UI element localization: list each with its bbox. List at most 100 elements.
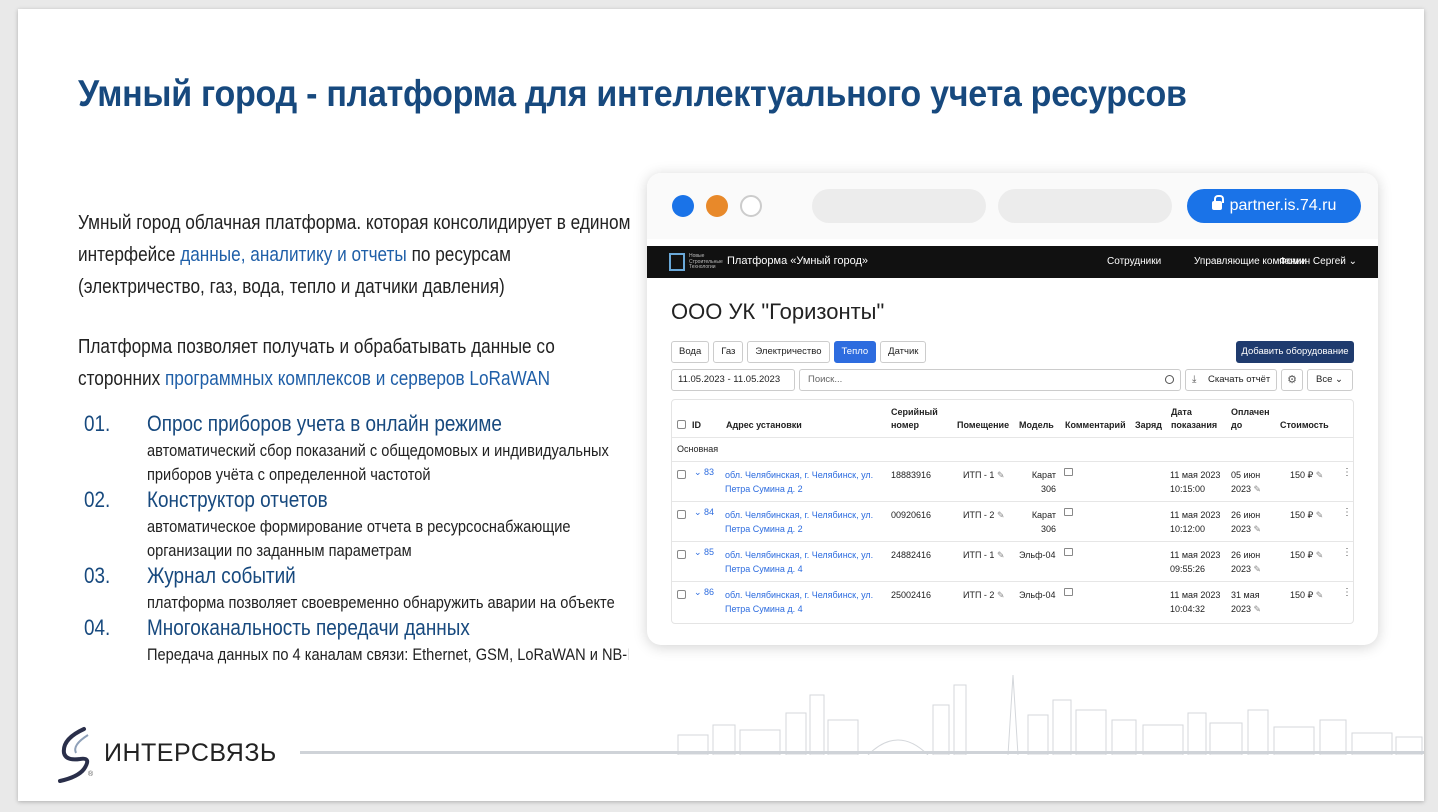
col-id[interactable]: ID (692, 419, 701, 432)
row-room[interactable]: ИТП - 1 ✎ (963, 548, 1005, 562)
table-row[interactable]: ⌄ 86 обл. Челябинская, г. Челябинск, ул.… (672, 581, 1353, 621)
row-checkbox[interactable] (677, 470, 686, 479)
row-cost[interactable]: 150 ₽ ✎ (1290, 548, 1323, 562)
row-cost[interactable]: 150 ₽ ✎ (1290, 468, 1323, 482)
address-line2[interactable]: Петра Сумина д. 2 (725, 524, 803, 534)
col-cost[interactable]: Стоимость (1280, 419, 1329, 432)
row-address[interactable]: обл. Челябинская, г. Челябинск, ул. Петра… (725, 508, 873, 536)
more-icon[interactable]: ⋮ (1342, 587, 1352, 598)
more-icon[interactable]: ⋮ (1342, 547, 1352, 558)
tab-water[interactable]: Вода (671, 341, 710, 363)
date-range-input[interactable]: 11.05.2023 - 11.05.2023 (671, 369, 795, 391)
window-dot-empty[interactable] (740, 195, 762, 217)
download-report-button[interactable]: Скачать отчёт (1185, 369, 1277, 391)
edit-icon[interactable]: ✎ (1254, 564, 1262, 574)
row-checkbox[interactable] (677, 590, 686, 599)
company-logo-icon[interactable] (669, 253, 685, 271)
select-all-checkbox[interactable] (677, 420, 686, 429)
row-address[interactable]: обл. Челябинская, г. Челябинск, ул. Петра… (725, 548, 873, 576)
edit-icon[interactable]: ✎ (997, 550, 1005, 560)
feature-title: Опрос приборов учета в онлайн режиме (147, 411, 502, 436)
comment-icon[interactable] (1064, 588, 1073, 596)
row-paid[interactable]: 05 июн 2023 ✎ (1231, 468, 1261, 496)
row-room[interactable]: ИТП - 2 ✎ (963, 588, 1005, 602)
paid-line2: 2023 (1231, 604, 1252, 614)
col-charge[interactable]: Заряд (1135, 419, 1162, 432)
address-line1[interactable]: обл. Челябинская, г. Челябинск, ул. (725, 590, 873, 600)
row-cost[interactable]: 150 ₽ ✎ (1290, 588, 1323, 602)
gear-icon[interactable]: ⚙ (1281, 369, 1303, 391)
edit-icon[interactable]: ✎ (1316, 510, 1324, 520)
comment-icon[interactable] (1064, 508, 1073, 516)
address-line1[interactable]: обл. Челябинская, г. Челябинск, ул. (725, 510, 873, 520)
row-paid[interactable]: 31 мая 2023 ✎ (1231, 588, 1261, 616)
user-menu[interactable]: Фомин Сергей ⌄ (1279, 256, 1357, 267)
col-comment[interactable]: Комментарий (1065, 419, 1126, 432)
col-reading-date[interactable]: Дата показания (1171, 406, 1221, 432)
tab-heat[interactable]: Тепло (833, 341, 877, 363)
edit-icon[interactable]: ✎ (997, 510, 1005, 520)
address-bar[interactable]: partner.is.74.ru (1187, 189, 1361, 223)
row-address[interactable]: обл. Челябинская, г. Челябинск, ул. Петра… (725, 588, 873, 616)
edit-icon[interactable]: ✎ (1254, 524, 1262, 534)
address-line2[interactable]: Петра Сумина д. 2 (725, 484, 803, 494)
expand-row[interactable]: ⌄ 83 (694, 467, 714, 478)
col-serial[interactable]: Серийный номер (891, 406, 939, 432)
more-icon[interactable]: ⋮ (1342, 507, 1352, 518)
edit-icon[interactable]: ✎ (1316, 470, 1324, 480)
row-paid[interactable]: 26 июн 2023 ✎ (1231, 508, 1261, 536)
address-line2[interactable]: Петра Сумина д. 4 (725, 564, 803, 574)
search-input[interactable]: Поиск... (799, 369, 1181, 391)
table-row[interactable]: ⌄ 85 обл. Челябинская, г. Челябинск, ул.… (672, 541, 1353, 581)
browser-tab-placeholder[interactable] (998, 189, 1172, 223)
page-title: Умный город - платформа для интеллектуал… (78, 73, 1187, 114)
browser-tab-placeholder[interactable] (812, 189, 986, 223)
filter-select[interactable]: Все ⌄ (1307, 369, 1353, 391)
edit-icon[interactable]: ✎ (1316, 590, 1324, 600)
col-paid-until[interactable]: Оплачен до (1231, 406, 1277, 432)
app-title[interactable]: Платформа «Умный город» (727, 255, 868, 267)
window-dot-orange[interactable] (706, 195, 728, 217)
address-line1[interactable]: обл. Челябинская, г. Челябинск, ул. (725, 470, 873, 480)
row-paid[interactable]: 26 июн 2023 ✎ (1231, 548, 1261, 576)
row-room[interactable]: ИТП - 2 ✎ (963, 508, 1005, 522)
expand-row[interactable]: ⌄ 84 (694, 507, 714, 518)
tab-electricity[interactable]: Электричество (747, 341, 830, 363)
col-room[interactable]: Помещение (957, 419, 1009, 432)
row-id[interactable]: 86 (704, 587, 714, 597)
row-model: Эльф-04 (1019, 550, 1056, 560)
row-id[interactable]: 84 (704, 507, 714, 517)
edit-icon[interactable]: ✎ (1316, 550, 1324, 560)
table-row[interactable]: ⌄ 84 обл. Челябинская, г. Челябинск, ул.… (672, 501, 1353, 541)
row-room[interactable]: ИТП - 1 ✎ (963, 468, 1005, 482)
chevron-down-icon: ⌄ (1348, 256, 1358, 267)
edit-icon[interactable]: ✎ (997, 470, 1005, 480)
nav-link-employees[interactable]: Сотрудники (1107, 256, 1161, 267)
tab-gas[interactable]: Газ (713, 341, 744, 363)
row-id[interactable]: 85 (704, 547, 714, 557)
expand-row[interactable]: ⌄ 85 (694, 547, 714, 558)
comment-icon[interactable] (1064, 548, 1073, 556)
row-checkbox[interactable] (677, 550, 686, 559)
address-line2[interactable]: Петра Сумина д. 4 (725, 604, 803, 614)
comment-icon[interactable] (1064, 468, 1073, 476)
add-equipment-button[interactable]: Добавить оборудование (1236, 341, 1354, 363)
date-line1: 11 мая 2023 (1170, 510, 1221, 520)
col-address[interactable]: Адрес установки (726, 419, 802, 432)
row-address[interactable]: обл. Челябинская, г. Челябинск, ул. Петра… (725, 468, 873, 496)
table-row[interactable]: ⌄ 83 обл. Челябинская, г. Челябинск, ул.… (672, 461, 1353, 501)
edit-icon[interactable]: ✎ (997, 590, 1005, 600)
model-line2: 306 (1040, 484, 1056, 494)
row-id[interactable]: 83 (704, 467, 714, 477)
address-line1[interactable]: обл. Челябинская, г. Челябинск, ул. (725, 550, 873, 560)
edit-icon[interactable]: ✎ (1254, 484, 1262, 494)
edit-icon[interactable]: ✎ (1254, 604, 1262, 614)
col-model[interactable]: Модель (1019, 419, 1054, 432)
more-icon[interactable]: ⋮ (1342, 467, 1352, 478)
tab-sensor[interactable]: Датчик (880, 341, 927, 363)
expand-row[interactable]: ⌄ 86 (694, 587, 714, 598)
model-line2: 306 (1040, 524, 1056, 534)
row-checkbox[interactable] (677, 510, 686, 519)
window-dot-blue[interactable] (672, 195, 694, 217)
row-cost[interactable]: 150 ₽ ✎ (1290, 508, 1323, 522)
